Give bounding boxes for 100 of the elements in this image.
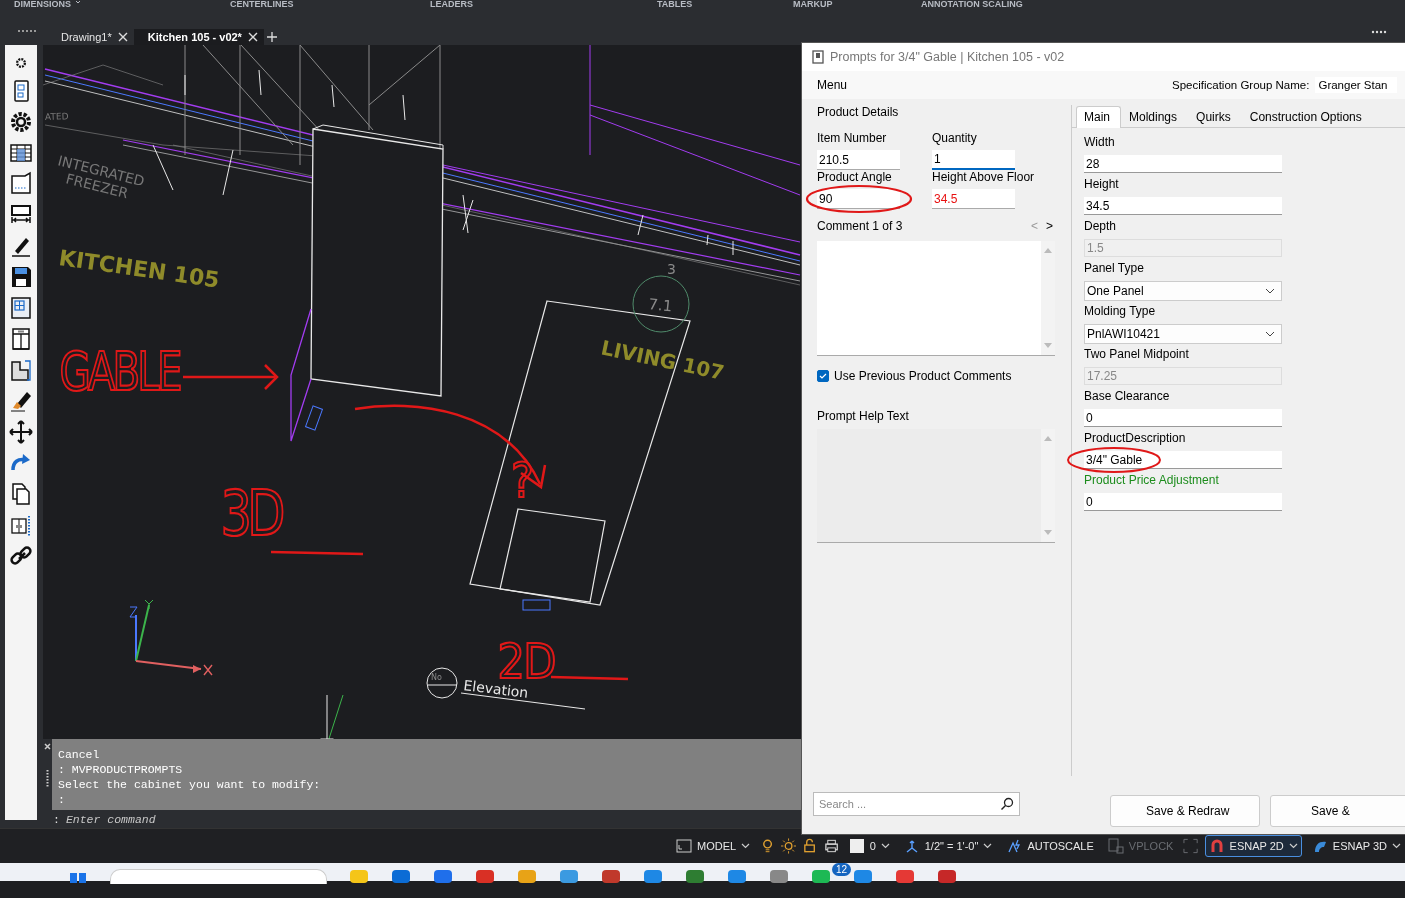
status-button[interactable]: ESNAP 2D xyxy=(1204,835,1302,857)
tag-label: 3 xyxy=(667,261,676,278)
close-icon[interactable] xyxy=(247,32,258,43)
input-field[interactable]: Granger Stan xyxy=(1315,77,1398,93)
input-field[interactable]: 210.5 xyxy=(817,150,900,170)
field-label: Panel Type xyxy=(1084,260,1145,277)
close-icon[interactable] xyxy=(44,743,51,750)
panel-icon[interactable] xyxy=(9,171,33,197)
field-label: Prompt Help Text xyxy=(817,409,910,423)
tab[interactable]: Main xyxy=(1076,106,1121,128)
save-button[interactable]: Save & Redraw xyxy=(1110,795,1260,827)
more-icon[interactable] xyxy=(1371,30,1387,34)
ribbon-tab[interactable]: MARKUP xyxy=(793,0,921,8)
dropdown[interactable]: PnlAWI10421 xyxy=(1084,324,1282,344)
viewport-lock-icon xyxy=(1107,838,1124,854)
printer-icon[interactable] xyxy=(823,838,839,854)
ribbon-tab[interactable]: TABLES xyxy=(657,0,793,8)
status-button[interactable]: 1/2" = 1'-0" xyxy=(899,835,997,857)
ribbon-tab[interactable]: CENTERLINES xyxy=(230,0,430,8)
app-icon xyxy=(812,50,824,64)
input-field[interactable]: 90 xyxy=(817,189,900,209)
window-icon[interactable] xyxy=(9,295,33,321)
sun-icon[interactable] xyxy=(781,838,797,854)
save-icon[interactable] xyxy=(9,264,33,290)
close-icon[interactable] xyxy=(117,32,128,43)
section-heading: Product Details xyxy=(817,105,900,119)
tab[interactable]: Construction Options xyxy=(1241,106,1373,127)
field-label: Specification Group Name: xyxy=(1172,79,1310,91)
input-field[interactable]: 28 xyxy=(1084,155,1282,173)
app-icon[interactable] xyxy=(433,869,453,883)
field-label: ProductDescription xyxy=(1084,430,1187,447)
app-icon[interactable] xyxy=(601,869,621,883)
command-history-line: Cancel xyxy=(58,747,101,762)
field-label: Quantity xyxy=(932,131,978,147)
tab[interactable]: Quirks xyxy=(1188,106,1242,127)
copy-icon[interactable] xyxy=(9,481,33,507)
move-icon[interactable] xyxy=(9,419,33,445)
tag-label: 7.1 xyxy=(647,295,674,316)
tag-label: No xyxy=(431,673,442,683)
field-label: Depth xyxy=(1084,218,1118,235)
caret-icon[interactable] xyxy=(1265,288,1275,294)
app-icon[interactable] xyxy=(349,869,369,883)
command-input[interactable]: Enter command xyxy=(65,812,366,826)
field-label: Base Clearance xyxy=(1084,388,1171,405)
app-icon[interactable] xyxy=(517,869,537,883)
app-icon[interactable] xyxy=(769,869,789,883)
field-label: Product Price Adjustment xyxy=(1084,472,1220,489)
crosshair-drawing xyxy=(320,694,344,739)
status-button[interactable]: ESNAP 3D xyxy=(1307,835,1405,857)
app-icon[interactable] xyxy=(895,869,915,883)
field-label: Comment 1 of 3 xyxy=(817,219,904,233)
caret-icon[interactable] xyxy=(1265,331,1275,337)
room-tag-circle xyxy=(632,275,690,333)
app-icon[interactable] xyxy=(811,869,831,883)
app-icon[interactable] xyxy=(685,869,705,883)
input-field[interactable]: 1 xyxy=(932,150,1015,170)
notification-badge: 12 xyxy=(832,863,852,876)
save-button[interactable]: Save & xyxy=(1270,795,1405,827)
app-icon[interactable] xyxy=(727,869,747,883)
field-label: Item Number xyxy=(817,131,888,147)
input-field[interactable]: 0 xyxy=(1084,409,1282,427)
app-icon[interactable] xyxy=(391,869,411,883)
ribbon-tab[interactable]: ANNOTATION SCALING xyxy=(921,0,1023,8)
app-icon[interactable] xyxy=(853,869,873,883)
grip-icon[interactable] xyxy=(46,770,49,788)
input-field[interactable]: 34.5 xyxy=(932,189,1015,209)
input-field[interactable]: 3/4" Gable xyxy=(1084,451,1282,469)
cabinet-icon[interactable] xyxy=(9,326,33,352)
app-icon[interactable] xyxy=(559,869,579,883)
frame-icon[interactable] xyxy=(1183,838,1199,854)
field-label: Molding Type xyxy=(1084,303,1157,320)
field-label: Height Above Floor xyxy=(932,170,1036,186)
next-button[interactable]: > xyxy=(1042,219,1057,233)
status-button[interactable]: MODEL xyxy=(672,835,755,857)
ribbon-tab[interactable]: LEADERS xyxy=(430,0,657,8)
ribbon-tab[interactable]: DIMENSIONS xyxy=(14,0,230,8)
l-shape-icon[interactable] xyxy=(9,357,33,383)
document-tab[interactable]: Kitchen 105 - v02* xyxy=(133,29,264,46)
app-icon[interactable] xyxy=(643,869,663,883)
caret-icon[interactable] xyxy=(75,0,81,6)
dropdown[interactable]: One Panel xyxy=(1084,281,1282,301)
input-field[interactable]: 34.5 xyxy=(1084,197,1282,215)
add-tab-icon[interactable] xyxy=(266,32,277,43)
taskbar-search-field[interactable] xyxy=(110,869,327,884)
tab[interactable]: Moldings xyxy=(1121,106,1189,127)
app-icon[interactable] xyxy=(937,869,957,883)
handwritten-note: GABLE xyxy=(59,340,180,403)
settings-icon[interactable] xyxy=(9,109,33,135)
input-field[interactable]: 0 xyxy=(1084,493,1282,511)
lock-icon[interactable] xyxy=(802,838,818,854)
menu-item[interactable]: Menu xyxy=(817,78,1102,92)
search-icon[interactable] xyxy=(1000,797,1014,811)
app-icon[interactable] xyxy=(475,869,495,883)
handwritten-note: 3D xyxy=(220,477,281,550)
grip-icon[interactable] xyxy=(18,30,38,33)
search-field[interactable]: Search ... xyxy=(813,792,1020,816)
command-history-line: : xyxy=(58,792,66,807)
status-button[interactable]: AUTOSCALE xyxy=(1002,835,1098,857)
checkbox[interactable] xyxy=(817,370,829,382)
status-button[interactable]: 0 xyxy=(844,835,894,857)
